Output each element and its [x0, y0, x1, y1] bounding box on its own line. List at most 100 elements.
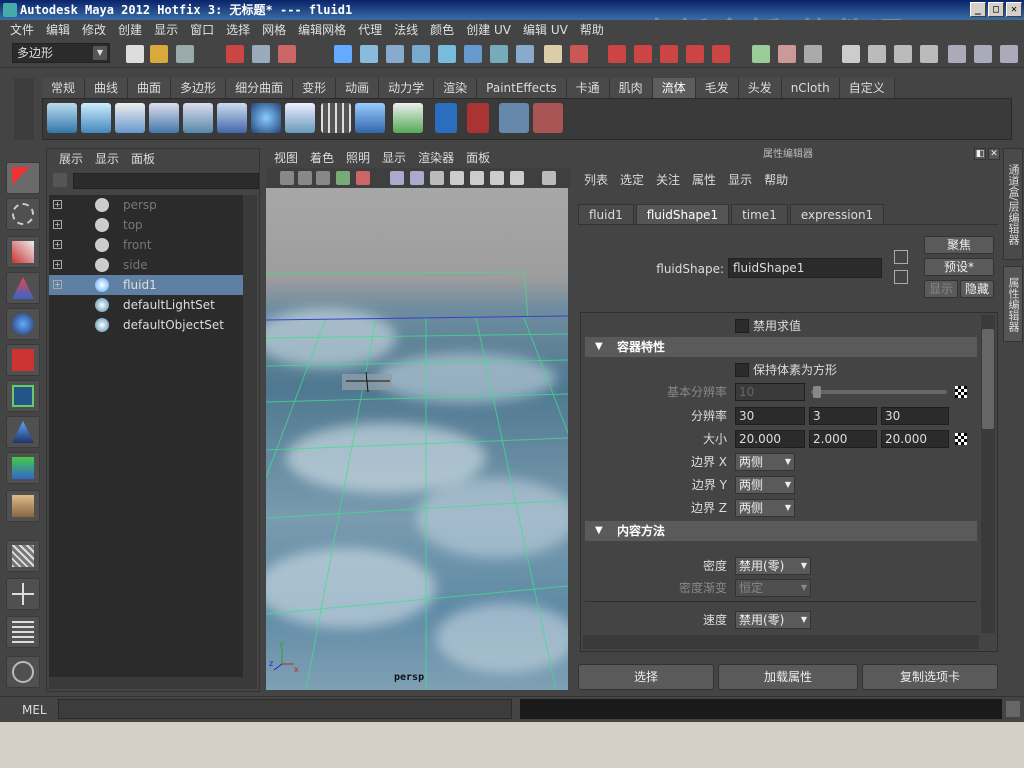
tab-expression1[interactable]: expression1 [789, 204, 885, 224]
number-one-red-icon[interactable] [467, 103, 489, 133]
command-input[interactable] [58, 699, 512, 719]
expand-icon[interactable]: + [53, 240, 62, 249]
shelf-tab-custom[interactable]: 自定义 [839, 78, 895, 98]
outliner-layout[interactable] [6, 616, 40, 648]
voxel-icon[interactable] [355, 103, 385, 133]
resolution-y-field[interactable]: 3 [809, 407, 877, 425]
shelf-menu-handle[interactable] [14, 78, 34, 140]
image-plane-icon[interactable] [336, 171, 350, 185]
mask-surfaces-icon[interactable] [412, 45, 430, 63]
menu-edit[interactable]: 编辑 [40, 20, 76, 40]
soft-modification-tool[interactable] [6, 416, 40, 448]
menu-window[interactable]: 窗口 [184, 20, 220, 40]
render-current-icon[interactable] [868, 45, 886, 63]
copy-tab-button[interactable]: 复制选项卡 [862, 664, 998, 690]
snap-curve-icon[interactable] [634, 45, 652, 63]
select-hierarchy-icon[interactable] [226, 45, 244, 63]
new-scene-icon[interactable] [126, 45, 144, 63]
select-component-icon[interactable] [278, 45, 296, 63]
menu-select[interactable]: 选择 [220, 20, 256, 40]
expand-icon[interactable]: + [53, 200, 62, 209]
boundary-x-dropdown[interactable]: 两侧 ▼ [735, 453, 795, 471]
boundary-y-dropdown[interactable]: 两侧 ▼ [735, 476, 795, 494]
menu-set-select[interactable]: 多边形 ▼ [12, 43, 110, 63]
map-texture-icon[interactable] [955, 433, 967, 445]
viewport-menu-renderer[interactable]: 渲染器 [412, 148, 460, 168]
mask-all-icon[interactable] [334, 45, 352, 63]
menu-normals[interactable]: 法线 [388, 20, 424, 40]
shelf-tab-fur[interactable]: 毛发 [695, 78, 739, 98]
outliner-menu-display[interactable]: 展示 [53, 149, 89, 169]
expand-icon[interactable]: + [53, 260, 62, 269]
shelf-tab-rendering[interactable]: 渲染 [434, 78, 478, 98]
outliner-item-defaultlightset[interactable]: defaultLightSet [49, 295, 243, 315]
scrollbar-thumb[interactable] [982, 329, 994, 429]
size-x-field[interactable]: 20.000 [735, 430, 805, 448]
menu-edit-mesh[interactable]: 编辑网格 [292, 20, 352, 40]
add-emitter-icon[interactable] [149, 103, 179, 133]
smooth-shade-icon[interactable] [410, 171, 424, 185]
ocean-icon[interactable] [251, 103, 281, 133]
shelf-tab-fluids[interactable]: 流体 [652, 78, 696, 98]
menu-help[interactable]: 帮助 [574, 20, 610, 40]
viewport-menu-shading[interactable]: 着色 [304, 148, 340, 168]
menu-file[interactable]: 文件 [4, 20, 40, 40]
mask-joints-icon[interactable] [360, 45, 378, 63]
ae-menu-selected[interactable]: 选定 [614, 170, 650, 190]
boundary-z-dropdown[interactable]: 两侧 ▼ [735, 499, 795, 517]
node-name-field[interactable]: fluidShape1 [728, 258, 882, 278]
rotate-tool[interactable] [6, 308, 40, 340]
float-panel-button[interactable]: ◧ [974, 148, 986, 160]
perspective-viewport[interactable]: y x z persp [266, 188, 568, 690]
mask-deformers-icon[interactable] [438, 45, 456, 63]
isolate-select-icon[interactable] [542, 171, 556, 185]
base-resolution-slider[interactable] [811, 390, 947, 394]
emit-from-object-icon[interactable] [183, 103, 213, 133]
ipr-render-icon[interactable] [894, 45, 912, 63]
hide-button[interactable]: 隐藏 [960, 280, 994, 298]
viewport-menu-view[interactable]: 视图 [268, 148, 304, 168]
wireframe-icon[interactable] [390, 171, 404, 185]
toggle-channel-box-icon[interactable] [1000, 45, 1018, 63]
toggle-attribute-editor-icon[interactable] [948, 45, 966, 63]
pond-icon[interactable] [285, 103, 315, 133]
select-button[interactable]: 选择 [578, 664, 714, 690]
shelf-tab-surfaces[interactable]: 曲面 [128, 78, 172, 98]
container-properties-header[interactable]: ▼ 容器特性 [585, 337, 977, 357]
mask-curves-icon[interactable] [386, 45, 404, 63]
disable-eval-checkbox[interactable] [735, 319, 749, 333]
script-editor-button[interactable] [1006, 701, 1020, 717]
map-texture-icon[interactable] [955, 386, 967, 398]
select-camera-icon[interactable] [280, 171, 294, 185]
ae-menu-show[interactable]: 显示 [722, 170, 758, 190]
film-strip-icon[interactable] [499, 103, 529, 133]
two-d-pan-zoom-icon[interactable] [356, 171, 370, 185]
outliner-vertical-scrollbar[interactable] [243, 195, 257, 679]
attribute-editor-tab[interactable]: 属性编辑器 [1003, 266, 1023, 342]
tab-fluid1[interactable]: fluid1 [578, 204, 634, 224]
attribute-vertical-scrollbar[interactable] [981, 315, 995, 633]
ae-menu-attributes[interactable]: 属性 [686, 170, 722, 190]
outliner-item-front[interactable]: + front [49, 235, 243, 255]
resolution-x-field[interactable]: 30 [735, 407, 805, 425]
show-manipulator-tool[interactable] [6, 452, 40, 484]
viewport-menu-lighting[interactable]: 照明 [340, 148, 376, 168]
minimize-button[interactable]: _ [970, 2, 986, 17]
construction-history-icon[interactable] [804, 45, 822, 63]
tab-fluidshape1[interactable]: fluidShape1 [635, 204, 730, 224]
3d-fluid-container-icon[interactable] [47, 103, 77, 133]
ae-menu-focus[interactable]: 关注 [650, 170, 686, 190]
viewport-menu-panels[interactable]: 面板 [460, 148, 496, 168]
outliner-menu-panels[interactable]: 面板 [125, 149, 161, 169]
shelf-tab-deformation[interactable]: 变形 [293, 78, 337, 98]
shelf-tab-hair[interactable]: 头发 [738, 78, 782, 98]
load-attributes-button[interactable]: 加载属性 [718, 664, 858, 690]
save-scene-icon[interactable] [176, 45, 194, 63]
resolution-z-field[interactable]: 30 [881, 407, 949, 425]
focus-button[interactable]: 聚焦 [924, 236, 994, 254]
outliner-item-fluid1[interactable]: + fluid1 [49, 275, 243, 295]
scale-tool[interactable] [6, 344, 40, 376]
menu-proxy[interactable]: 代理 [352, 20, 388, 40]
outliner-item-persp[interactable]: + persp [49, 195, 243, 215]
menu-create-uv[interactable]: 创建 UV [460, 20, 517, 40]
